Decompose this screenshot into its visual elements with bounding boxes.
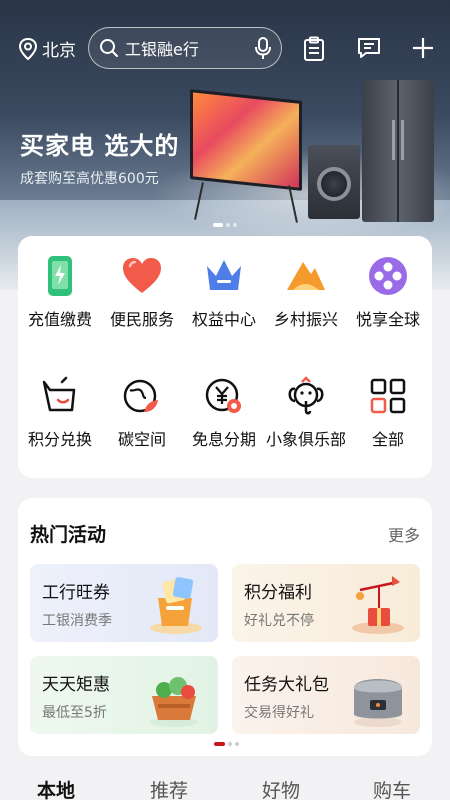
location-label: 北京 <box>42 41 76 61</box>
activities-title: 热门活动 <box>30 524 107 546</box>
location-pin-icon <box>18 37 38 60</box>
activity-tile-coupons[interactable]: 工行旺券 工银消费季 <box>30 564 218 642</box>
pager-dot <box>228 742 232 746</box>
service-item-all[interactable]: 全部 <box>347 374 429 450</box>
clipboard-icon[interactable] <box>303 36 325 62</box>
vegetable-basket-icon <box>150 677 198 727</box>
service-label: 碳空间 <box>117 430 166 449</box>
fridge-image <box>362 80 434 222</box>
banner-pager <box>213 223 237 227</box>
activity-subtitle: 好礼兑不停 <box>244 613 314 629</box>
activity-tile-daily-deals[interactable]: 天天矩惠 最低至5折 <box>30 656 218 734</box>
location-selector[interactable]: 北京 <box>18 36 76 61</box>
search-icon <box>100 39 118 57</box>
tab-goods[interactable]: 好物 <box>262 776 300 800</box>
mountain-icon <box>284 254 328 298</box>
services-card: 充值缴费 便民服务 权益中心 乡村振兴 悦享全球 积分兑换 碳空间 免息分期 小… <box>18 236 432 478</box>
cart-icon <box>38 374 82 418</box>
service-item-rural[interactable]: 乡村振兴 <box>265 254 347 330</box>
microphone-icon[interactable] <box>255 36 271 60</box>
top-bar: 北京 工银融e行 <box>0 0 450 96</box>
service-label: 权益中心 <box>191 310 256 329</box>
activities-more-link[interactable]: 更多 <box>388 522 420 546</box>
yuan-clock-icon <box>202 374 246 418</box>
feed-tabs: 本地 推荐 好物 购车 <box>0 770 450 800</box>
plus-icon[interactable] <box>411 36 435 60</box>
activity-title: 工行旺券 <box>42 583 110 603</box>
pager-dot <box>213 223 223 227</box>
activity-subtitle: 最低至5折 <box>42 705 107 721</box>
activity-tile-task-pack[interactable]: 任务大礼包 交易得好礼 <box>232 656 420 734</box>
rice-cooker-icon <box>354 679 402 727</box>
tab-local[interactable]: 本地 <box>37 776 75 800</box>
banner-subtitle: 成套购至高优惠600元 <box>20 171 159 187</box>
service-item-installment[interactable]: 免息分期 <box>183 374 265 450</box>
service-label: 全部 <box>371 430 404 449</box>
search-input[interactable]: 工银融e行 <box>88 27 282 69</box>
service-item-recharge[interactable]: 充值缴费 <box>19 254 101 330</box>
tab-recommend[interactable]: 推荐 <box>150 776 188 800</box>
service-label: 悦享全球 <box>355 310 420 329</box>
grid-icon <box>366 374 410 418</box>
service-label: 便民服务 <box>109 310 174 329</box>
activity-title: 天天矩惠 <box>42 675 110 695</box>
pager-dot <box>235 742 239 746</box>
coupon-bag-icon <box>150 577 202 634</box>
elephant-icon <box>284 374 328 418</box>
activity-tile-points-welfare[interactable]: 积分福利 好礼兑不停 <box>232 564 420 642</box>
search-placeholder: 工银融e行 <box>125 40 199 59</box>
pager-dot <box>233 223 237 227</box>
message-icon[interactable] <box>357 36 381 60</box>
service-label: 充值缴费 <box>27 310 92 329</box>
film-reel-icon <box>366 254 410 298</box>
service-item-carbon[interactable]: 碳空间 <box>101 374 183 450</box>
heart-icon <box>120 254 164 298</box>
service-label: 乡村振兴 <box>273 310 338 329</box>
activities-card: 热门活动 更多 工行旺券 工银消费季 积分福利 好礼兑不停 天天矩惠 最低至5折 <box>18 498 432 756</box>
activity-title: 积分福利 <box>244 583 312 603</box>
service-label: 免息分期 <box>191 430 256 449</box>
activity-title: 任务大礼包 <box>244 675 329 695</box>
service-item-convenience[interactable]: 便民服务 <box>101 254 183 330</box>
service-item-points-exchange[interactable]: 积分兑换 <box>19 374 101 450</box>
banner-title: 买家电 选大的 <box>20 132 180 160</box>
service-label: 积分兑换 <box>27 430 92 449</box>
globe-leaf-icon <box>120 374 164 418</box>
tab-car[interactable]: 购车 <box>373 776 411 800</box>
activity-subtitle: 交易得好礼 <box>244 705 314 721</box>
washer-image <box>308 145 360 219</box>
activities-pager <box>214 742 239 746</box>
activity-subtitle: 工银消费季 <box>42 613 112 629</box>
tv-image <box>190 89 302 191</box>
phone-charge-icon <box>38 254 82 298</box>
pager-dot <box>214 742 225 746</box>
service-item-global[interactable]: 悦享全球 <box>347 254 429 330</box>
gift-scale-icon <box>352 576 404 634</box>
pager-dot <box>226 223 230 227</box>
service-item-benefits[interactable]: 权益中心 <box>183 254 265 330</box>
service-label: 小象俱乐部 <box>265 430 346 449</box>
service-item-elephant-club[interactable]: 小象俱乐部 <box>265 374 347 450</box>
crown-icon <box>202 254 246 298</box>
